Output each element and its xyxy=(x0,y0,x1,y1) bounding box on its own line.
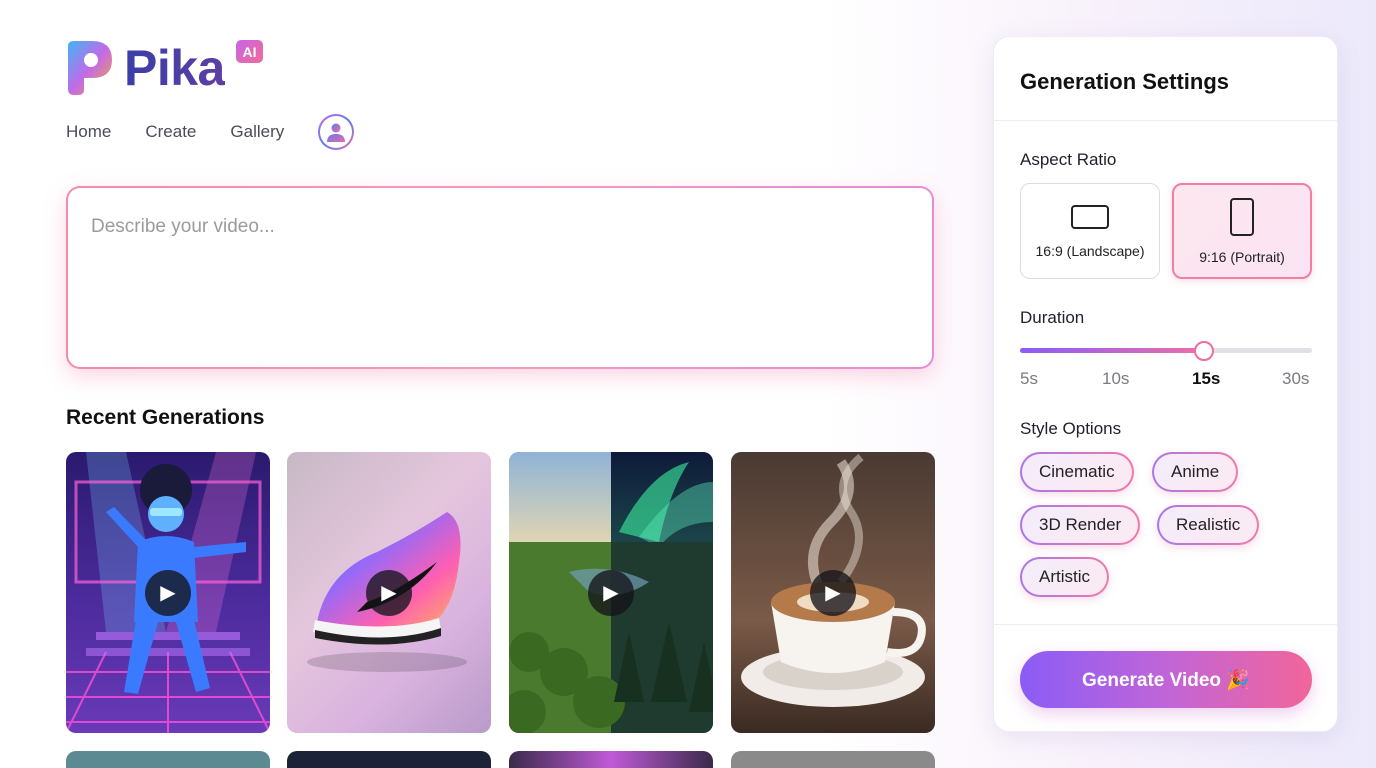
style-options-label: Style Options xyxy=(1020,419,1122,438)
style-chip-anime[interactable]: Anime xyxy=(1152,452,1239,492)
chip-label: Artistic xyxy=(1022,559,1107,595)
nav-gallery[interactable]: Gallery xyxy=(230,122,284,142)
style-chip-realistic[interactable]: Realistic xyxy=(1157,505,1260,545)
chip-label: Anime xyxy=(1154,454,1237,490)
aspect-portrait-button[interactable]: 9:16 (Portrait) xyxy=(1172,183,1312,279)
aspect-portrait-label: 9:16 (Portrait) xyxy=(1199,249,1285,265)
video-card-partial[interactable] xyxy=(66,751,270,768)
ai-badge: AI xyxy=(236,40,263,63)
style-chip-3d-render[interactable]: 3D Render xyxy=(1020,505,1141,545)
tick-10s[interactable]: 10s xyxy=(1102,369,1129,389)
slider-fill xyxy=(1020,348,1204,353)
duration-slider[interactable] xyxy=(1020,341,1312,361)
landscape-icon xyxy=(1071,205,1109,229)
style-chip-cinematic[interactable]: Cinematic xyxy=(1020,452,1134,492)
aspect-landscape-label: 16:9 (Landscape) xyxy=(1035,243,1145,259)
aspect-ratio-label: Aspect Ratio xyxy=(1020,150,1117,169)
tick-15s[interactable]: 15s xyxy=(1192,369,1220,389)
divider xyxy=(994,624,1337,625)
video-card-partial[interactable] xyxy=(509,751,713,768)
video-card-disco[interactable]: ▶ xyxy=(66,452,270,733)
user-icon xyxy=(327,123,346,142)
avatar[interactable] xyxy=(318,114,355,150)
divider xyxy=(994,120,1337,121)
portrait-icon xyxy=(1230,198,1254,236)
play-icon[interactable]: ▶ xyxy=(588,569,634,616)
video-card-partial[interactable] xyxy=(287,751,491,768)
video-card-forest[interactable]: ▶ xyxy=(509,452,713,733)
play-icon[interactable]: ▶ xyxy=(145,569,191,616)
recent-generations-title: Recent Generations xyxy=(66,406,265,429)
generate-video-button[interactable]: Generate Video 🎉 xyxy=(1020,651,1312,708)
main-area: Pika AI Home Create Gallery Recent xyxy=(66,0,935,768)
tick-30s[interactable]: 30s xyxy=(1282,369,1309,389)
nav-home[interactable]: Home xyxy=(66,122,111,142)
chip-label: Realistic xyxy=(1159,507,1258,543)
prompt-box xyxy=(66,186,934,369)
video-card-sneaker[interactable]: ▶ xyxy=(287,452,491,733)
video-card-coffee[interactable]: ▶ xyxy=(731,452,935,733)
top-nav: Home Create Gallery xyxy=(66,114,355,150)
generation-settings-panel: Generation Settings Aspect Ratio 16:9 (L… xyxy=(993,36,1338,732)
style-chip-artistic[interactable]: Artistic xyxy=(1020,557,1109,597)
panel-title: Generation Settings xyxy=(1020,69,1230,94)
brand-name: Pika xyxy=(124,40,225,96)
chip-label: 3D Render xyxy=(1022,507,1139,543)
slider-thumb[interactable] xyxy=(1193,341,1214,361)
tick-5s[interactable]: 5s xyxy=(1020,369,1038,389)
pika-logo-icon xyxy=(68,41,112,95)
duration-label: Duration xyxy=(1020,308,1085,327)
chip-label: Cinematic xyxy=(1022,454,1132,490)
duration-ticks: 5s 10s 15s 30s xyxy=(1020,369,1312,391)
logo[interactable]: Pika xyxy=(66,40,225,96)
aspect-landscape-button[interactable]: 16:9 (Landscape) xyxy=(1020,183,1160,279)
video-card-partial[interactable] xyxy=(731,751,935,768)
prompt-input[interactable] xyxy=(68,188,932,367)
nav-create[interactable]: Create xyxy=(145,122,196,142)
play-icon[interactable]: ▶ xyxy=(810,569,856,616)
play-icon[interactable]: ▶ xyxy=(366,569,412,616)
